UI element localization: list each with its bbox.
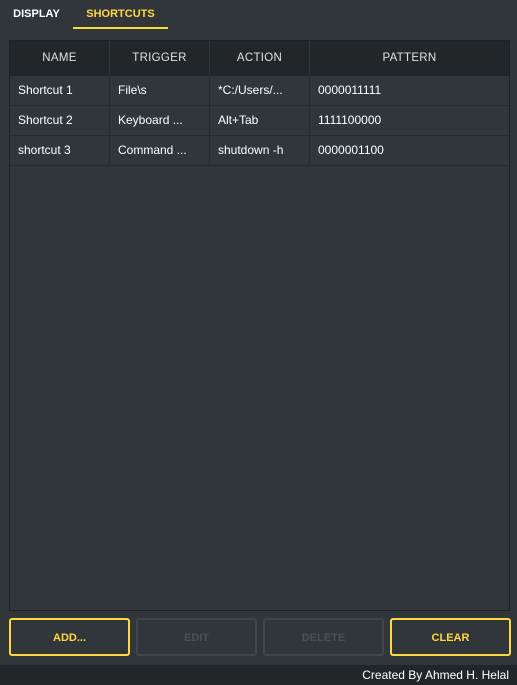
cell-action: *C:/Users/... <box>210 76 310 105</box>
table-row[interactable]: Shortcut 1 File\s *C:/Users/... 00000111… <box>10 76 509 106</box>
table-header: NAME TRIGGER ACTION PATTERN <box>10 41 509 76</box>
table-row[interactable]: shortcut 3 Command ... shutdown -h 00000… <box>10 136 509 166</box>
cell-trigger: File\s <box>110 76 210 105</box>
cell-trigger: Keyboard ... <box>110 106 210 135</box>
delete-button[interactable]: DELETE <box>263 618 384 656</box>
credit-text: Created By Ahmed H. Helal <box>362 668 509 682</box>
table-row[interactable]: Shortcut 2 Keyboard ... Alt+Tab 11111000… <box>10 106 509 136</box>
shortcuts-table[interactable]: NAME TRIGGER ACTION PATTERN Shortcut 1 F… <box>9 40 510 611</box>
status-bar: Created By Ahmed H. Helal <box>0 665 517 685</box>
column-header-name[interactable]: NAME <box>10 41 110 76</box>
cell-action: Alt+Tab <box>210 106 310 135</box>
add-button[interactable]: ADD... <box>9 618 130 656</box>
tab-bar: DISPLAY SHORTCUTS <box>0 0 517 31</box>
cell-pattern: 0000011111 <box>318 83 382 97</box>
tab-shortcuts[interactable]: SHORTCUTS <box>73 0 168 29</box>
cell-pattern: 0000001100 <box>318 143 384 157</box>
tab-display[interactable]: DISPLAY <box>0 0 73 29</box>
edit-button[interactable]: EDIT <box>136 618 257 656</box>
cell-pattern: 1111100000 <box>318 113 382 127</box>
cell-trigger: Command ... <box>110 136 210 165</box>
cell-name: Shortcut 1 <box>10 76 110 105</box>
column-header-trigger[interactable]: TRIGGER <box>110 41 210 76</box>
column-header-action[interactable]: ACTION <box>210 41 310 76</box>
cell-name: shortcut 3 <box>10 136 110 165</box>
column-header-pattern[interactable]: PATTERN <box>310 41 509 76</box>
clear-button[interactable]: CLEAR <box>390 618 511 656</box>
cell-name: Shortcut 2 <box>10 106 110 135</box>
cell-action: shutdown -h <box>210 136 310 165</box>
